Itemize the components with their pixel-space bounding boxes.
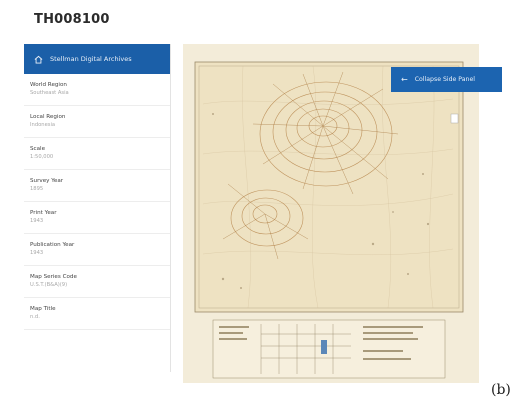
metadata-label: Scale [30,146,46,152]
metadata-label: Map Title [30,306,56,312]
metadata-item-publication-year: Publication Year 1943 [24,234,170,266]
metadata-item-print-year: Print Year 1943 [24,202,170,234]
metadata-value: U.S.T.(B&A)(9) [30,282,68,288]
collapse-button-label: Collapse Side Panel [414,76,476,83]
metadata-item-local-region: Local Region Indonesia [24,106,170,138]
map-legend [212,319,446,379]
metadata-item-map-title: Map Title n.d. [24,298,170,330]
metadata-item-world-region: World Region Southeast Asia [24,74,170,106]
metadata-value: Indonesia [30,122,56,128]
metadata-list: World Region Southeast Asia Local Region… [24,74,170,330]
arrow-left-icon: ← [401,74,408,84]
metadata-value: Southeast Asia [30,90,69,96]
metadata-item-scale: Scale 1:50,000 [24,138,170,170]
metadata-label: Survey Year [30,178,64,184]
metadata-label: Local Region [30,114,66,120]
metadata-label: World Region [30,82,67,88]
metadata-label: Publication Year [30,242,75,248]
metadata-value: n.d. [30,314,40,320]
topographic-map-image[interactable] [183,44,479,383]
collapse-side-panel-button[interactable]: ← Collapse Side Panel [391,67,502,92]
map-viewer[interactable] [183,44,479,383]
side-panel: Stellman Digital Archives World Region S… [24,44,171,372]
metadata-label: Print Year [30,210,57,216]
metadata-item-survey-year: Survey Year 1895 [24,170,170,202]
metadata-value: 1943 [30,218,44,224]
metadata-value: 1895 [30,186,44,192]
archive-button-label: Stellman Digital Archives [50,55,132,63]
figure-label: (b) [491,382,511,398]
page-title: TH008100 [34,12,110,27]
metadata-value: 1943 [30,250,44,256]
metadata-item-map-series-code: Map Series Code U.S.T.(B&A)(9) [24,266,170,298]
metadata-label: Map Series Code [30,274,77,280]
metadata-value: 1:50,000 [30,154,54,160]
archive-home-button[interactable]: Stellman Digital Archives [24,44,170,74]
home-icon [34,55,43,64]
